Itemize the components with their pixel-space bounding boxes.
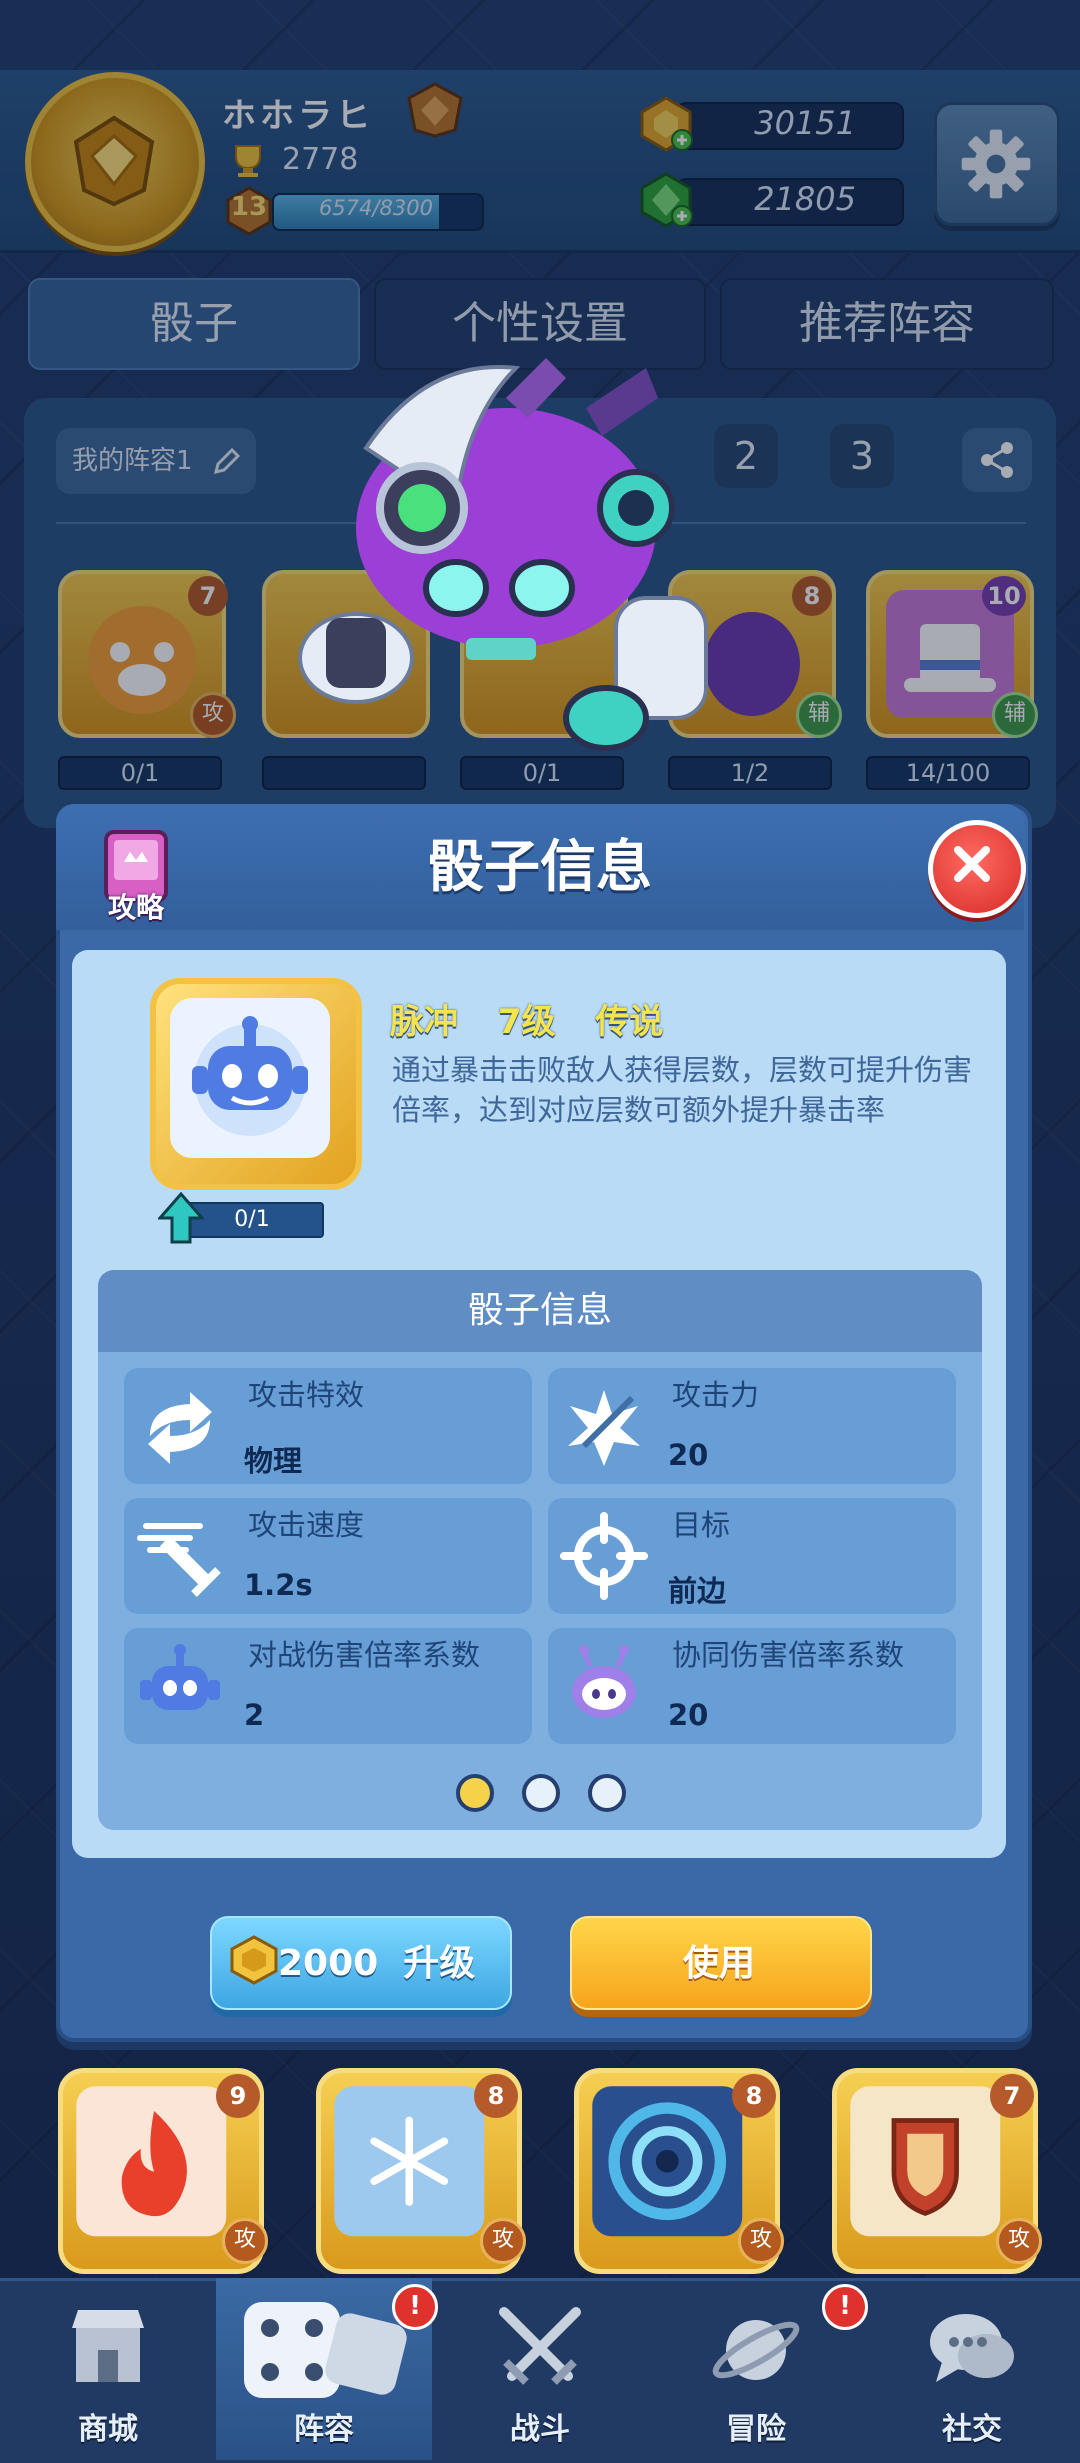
strategy-label: 攻略 [107, 891, 164, 924]
bottom-card-tag: 攻 [480, 2218, 526, 2264]
stat-label: 攻击力 [672, 1378, 760, 1412]
page-dot-1[interactable] [456, 1774, 494, 1812]
stat-value: 2 [244, 1698, 265, 1732]
stat-attack-effect: 攻击特效 物理 [124, 1368, 532, 1484]
stat-value: 1.2s [244, 1568, 313, 1602]
modal-title: 骰子信息 [428, 835, 652, 900]
planet-icon [712, 2320, 800, 2380]
stat-battle-multiplier: 对战伤害倍率系数 2 [124, 1628, 532, 1744]
nav-adventure-badge: ! [822, 2284, 868, 2330]
stats-title: 骰子信息 [98, 1270, 982, 1352]
speed-sword-icon [137, 1523, 221, 1597]
page-dot-2[interactable] [522, 1774, 560, 1812]
stat-attack-speed: 攻击速度 1.2s [124, 1498, 532, 1614]
bottom-card-level: 8 [732, 2074, 776, 2118]
crosshair-icon [560, 1512, 648, 1600]
close-button[interactable] [928, 820, 1026, 918]
stat-label: 对战伤害倍率系数 [248, 1638, 481, 1672]
pulse-robot-icon [170, 998, 330, 1158]
page-dot-3[interactable] [588, 1774, 626, 1812]
upgrade-cost: 2000 [278, 1943, 379, 1984]
use-button-label: 使用 [682, 1943, 755, 1984]
coin-icon [230, 1935, 278, 1985]
nav-shop[interactable]: 商城 [0, 2278, 216, 2460]
stat-attack-power: 攻击力 20 [548, 1368, 956, 1484]
dice-title-line: 脉冲 7级 传说 [390, 994, 691, 1043]
bottom-card-level: 7 [990, 2074, 1034, 2118]
stat-label: 攻击速度 [248, 1508, 365, 1542]
stat-value: 20 [668, 1438, 709, 1472]
stat-value: 20 [668, 1698, 709, 1732]
swap-arrows-icon [148, 1392, 212, 1464]
nav-label: 冒险 [726, 2412, 786, 2447]
bottom-card-tag: 攻 [222, 2218, 268, 2264]
upgrade-label: 升级 [403, 1943, 476, 1984]
dice-name: 脉冲 [390, 1002, 458, 1042]
bottom-card-level: 9 [216, 2074, 260, 2118]
shop-icon [72, 2310, 144, 2382]
nav-label: 社交 [942, 2412, 1002, 2447]
nav-label: 商城 [78, 2412, 138, 2447]
bottom-card-tag: 攻 [996, 2218, 1042, 2264]
sword-burst-icon [568, 1390, 640, 1466]
stat-value: 物理 [244, 1444, 303, 1478]
crossed-swords-icon [499, 2307, 581, 2385]
dice-description: 通过暴击击败敌人获得层数，层数可提升伤害倍率，达到对应层数可额外提升暴击率 [392, 1053, 973, 1127]
dice-icon [244, 2302, 407, 2398]
nav-battle[interactable]: 战斗 [432, 2278, 648, 2460]
stat-value: 前边 [668, 1574, 727, 1608]
stat-target: 目标 前边 [548, 1498, 956, 1614]
chat-icon [930, 2314, 1014, 2382]
robot-blue-icon [140, 1644, 220, 1710]
nav-label: 战斗 [510, 2412, 570, 2447]
stat-coop-multiplier: 协同伤害倍率系数 20 [548, 1628, 956, 1744]
nav-label: 阵容 [294, 2412, 354, 2447]
stat-label: 攻击特效 [248, 1378, 365, 1412]
dice-rarity: 传说 [595, 1002, 664, 1042]
stat-label: 目标 [672, 1508, 731, 1542]
dice-level: 7级 [497, 1002, 556, 1042]
bottom-card-tag: 攻 [738, 2218, 784, 2264]
bottom-card-level: 8 [474, 2074, 518, 2118]
robot-mascot-icon [298, 358, 708, 751]
nav-social[interactable]: 社交 [864, 2278, 1080, 2460]
close-icon [954, 846, 990, 882]
stat-label: 协同伤害倍率系数 [672, 1638, 905, 1672]
upgrade-button-text: 2000 升级 [278, 1934, 475, 1986]
robot-purple-icon [572, 1645, 636, 1718]
upgrade-arrow-icon [158, 1192, 204, 1244]
